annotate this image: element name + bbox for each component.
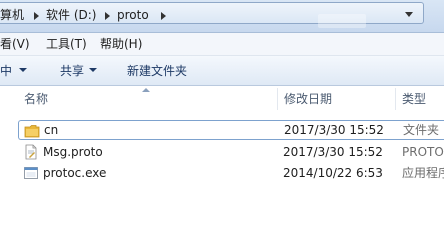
menu-help[interactable]: 帮助(H) [100, 36, 142, 52]
menu-bar: 看(V) 工具(T) 帮助(H) [0, 33, 444, 56]
file-type: PROTO [402, 145, 444, 159]
address-bar[interactable]: 算机 软件 (D:) proto [0, 2, 424, 28]
column-header-type[interactable]: 类型 [402, 86, 426, 112]
column-header-name[interactable]: 名称 [24, 86, 48, 112]
file-row-protoc-exe[interactable]: protoc.exe 2014/10/22 6:53 应用程序 [18, 163, 444, 183]
address-bar-region: 算机 软件 (D:) proto [0, 0, 444, 33]
file-name: Msg.proto [43, 145, 103, 159]
column-divider[interactable] [277, 88, 278, 110]
breadcrumb-chevron-icon[interactable] [105, 12, 110, 20]
share-button[interactable]: 共享 [60, 63, 84, 79]
file-modified: 2014/10/22 6:53 [283, 166, 383, 180]
address-history-dropdown-icon[interactable] [405, 12, 413, 17]
exe-file-icon [24, 167, 38, 179]
breadcrumb-drive[interactable]: 软件 (D:) [46, 7, 96, 23]
menu-view[interactable]: 看(V) [0, 36, 30, 52]
file-name: cn [44, 123, 59, 137]
menu-tools[interactable]: 工具(T) [46, 36, 87, 52]
sort-ascending-icon [142, 88, 150, 92]
column-divider[interactable] [395, 88, 396, 110]
include-dropdown-icon[interactable] [19, 68, 27, 72]
command-toolbar: 库中 共享 新建文件夹 [0, 56, 444, 86]
new-folder-button[interactable]: 新建文件夹 [127, 63, 187, 79]
file-row-cn[interactable]: cn 2017/3/30 15:52 文件夹 [18, 120, 444, 140]
breadcrumb-folder[interactable]: proto [117, 7, 149, 23]
file-type: 应用程序 [402, 166, 444, 180]
file-name: protoc.exe [43, 166, 107, 180]
file-modified: 2017/3/30 15:52 [283, 145, 383, 159]
column-header-modified[interactable]: 修改日期 [284, 86, 332, 112]
address-bar-highlight [318, 14, 366, 28]
breadcrumb-chevron-icon[interactable] [161, 12, 166, 20]
include-in-library-button[interactable]: 库中 [0, 63, 12, 79]
file-row-msg-proto[interactable]: Msg.proto 2017/3/30 15:52 PROTO [18, 142, 444, 162]
file-type: 文件夹 [403, 123, 440, 137]
folder-icon [24, 125, 40, 138]
breadcrumb-chevron-icon[interactable] [34, 12, 39, 20]
proto-file-icon [25, 144, 37, 160]
breadcrumb-computer[interactable]: 算机 [0, 7, 24, 23]
file-modified: 2017/3/30 15:52 [284, 123, 384, 137]
share-dropdown-icon[interactable] [89, 68, 97, 72]
